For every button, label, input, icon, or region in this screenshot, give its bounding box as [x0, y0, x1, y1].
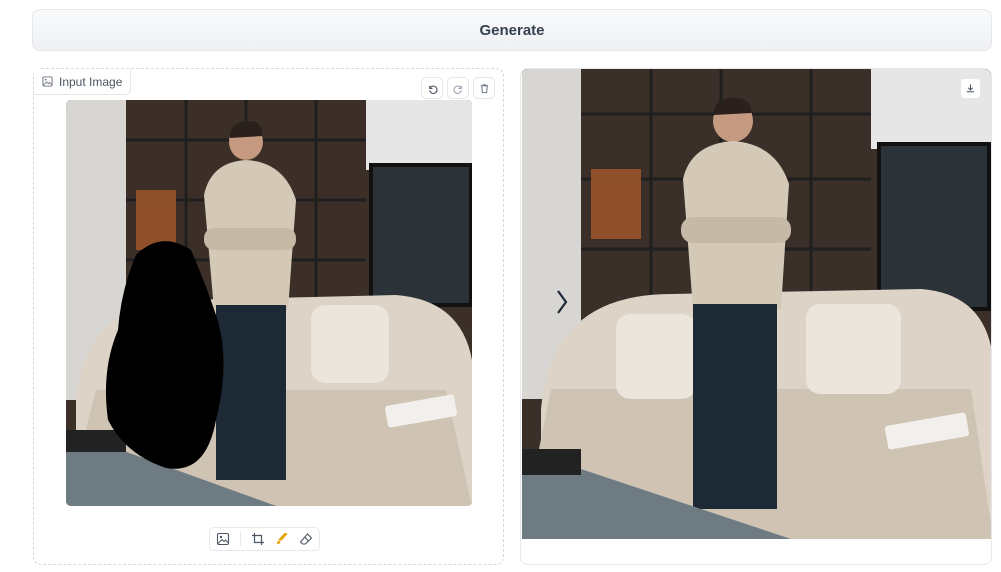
input-image-label: Input Image [59, 74, 123, 89]
toolbar-divider [240, 532, 241, 546]
image-icon [42, 76, 53, 87]
input-image-panel: Input Image [33, 68, 504, 565]
image-icon[interactable] [216, 532, 230, 546]
input-image-label-tag: Input Image [34, 69, 132, 95]
output-image [521, 69, 991, 539]
input-toolbar-top [421, 77, 495, 99]
clear-button[interactable] [473, 77, 495, 99]
brush-icon[interactable] [275, 532, 289, 546]
chevron-right-icon[interactable] [555, 289, 569, 315]
crop-icon[interactable] [251, 532, 265, 546]
trash-icon [480, 83, 488, 93]
input-toolbar-bottom [209, 527, 320, 551]
redo-button[interactable] [447, 77, 469, 99]
undo-icon [428, 85, 438, 94]
generate-button[interactable]: Generate [32, 9, 992, 51]
undo-button[interactable] [421, 77, 443, 99]
download-icon [966, 84, 975, 93]
redo-icon [452, 85, 462, 94]
download-button[interactable] [960, 78, 981, 99]
output-image-panel [520, 68, 992, 565]
input-image-canvas[interactable] [66, 100, 472, 506]
eraser-icon[interactable] [299, 532, 313, 546]
